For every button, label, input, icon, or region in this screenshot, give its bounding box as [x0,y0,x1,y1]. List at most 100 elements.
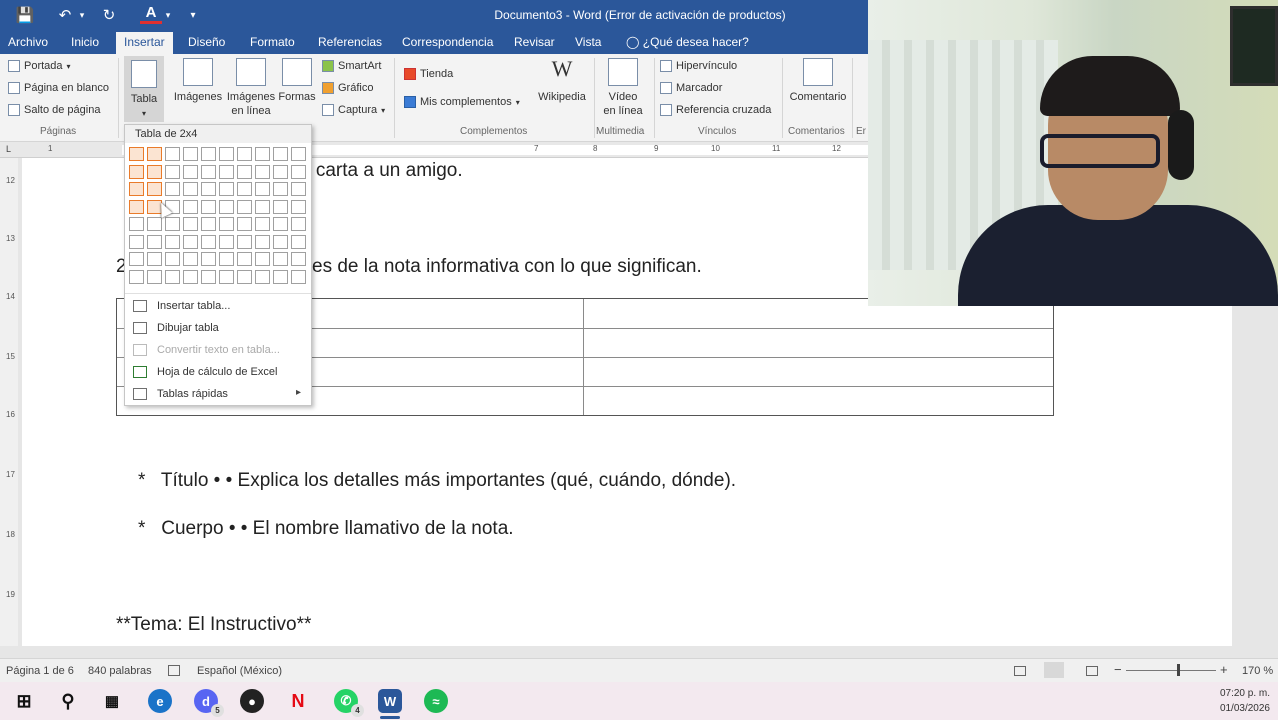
doc-heading-tema[interactable]: **Tema: El Instructivo** [116,614,311,636]
table-grid-cell[interactable] [237,199,252,214]
table-grid-cell[interactable] [273,199,288,214]
zoom-in-icon[interactable]: + [1220,662,1228,677]
table-grid-cell[interactable] [273,217,288,231]
table-grid-cell[interactable] [129,147,144,161]
tab-selector-icon[interactable]: L [6,144,11,154]
table-grid-cell[interactable] [129,234,144,249]
table-grid-cell[interactable] [147,217,162,231]
table-grid-cell[interactable] [183,199,198,214]
salto-de-pagina-button[interactable]: Salto de página [8,104,100,116]
hoja-excel-item[interactable]: Hoja de cálculo de Excel [125,361,311,383]
page-count[interactable]: Página 1 de 6 [6,665,74,677]
table-grid-cell[interactable] [237,182,252,196]
table-grid-cell[interactable] [219,182,234,196]
table-grid-cell[interactable] [201,147,216,161]
mis-complementos-button[interactable]: Mis complementos ▾ [404,96,520,108]
table-grid-cell[interactable] [237,252,252,266]
tienda-button[interactable]: Tienda [404,68,453,80]
print-layout-icon[interactable] [1044,662,1064,678]
table-grid-cell[interactable] [273,269,288,284]
table-grid-cell[interactable] [129,252,144,266]
zoom-slider[interactable] [1126,670,1216,671]
table-grid-cell[interactable] [183,217,198,231]
customize-qat-icon[interactable]: ▾ [186,4,200,26]
table-grid-cell[interactable] [273,252,288,266]
system-clock[interactable]: 07:20 p. m. 01/03/2026 [1220,686,1270,716]
table-grid-cell[interactable] [255,182,270,196]
wikipedia-button[interactable]: W Wikipedia [536,58,588,104]
table-grid-cell[interactable] [255,269,270,284]
zoom-slider-thumb[interactable] [1177,664,1180,676]
search-icon[interactable]: ⚲ [56,689,80,713]
tab-referencias[interactable]: Referencias [318,35,382,49]
table-grid-cell[interactable] [165,164,180,179]
table-grid-cell[interactable] [201,217,216,231]
dibujar-tabla-item[interactable]: Dibujar tabla [125,317,311,339]
doc-line-carta[interactable]: a carta a un amigo. [300,160,463,182]
table-grid-cell[interactable] [237,269,252,284]
table-grid-cell[interactable] [273,182,288,196]
obs-icon[interactable]: ● [240,689,264,713]
word-icon[interactable]: W [378,689,402,713]
table-grid-cell[interactable] [147,269,162,284]
table-grid-cell[interactable] [219,164,234,179]
table-grid-cell[interactable] [237,164,252,179]
netflix-icon[interactable]: N [286,689,310,713]
web-layout-icon[interactable] [1086,666,1098,676]
tab-vista[interactable]: Vista [575,35,601,49]
table-grid-cell[interactable] [147,182,162,196]
table-grid-cell[interactable] [219,234,234,249]
table-grid-cell[interactable] [129,269,144,284]
zoom-out-icon[interactable]: − [1114,662,1122,677]
table-grid-cell[interactable] [255,199,270,214]
insertar-tabla-item[interactable]: Insertar tabla... [125,295,311,317]
undo-dropdown-icon[interactable]: ▾ [76,4,88,26]
table-grid-cell[interactable] [129,182,144,196]
table-grid-cell[interactable] [291,252,306,266]
tab-insertar[interactable]: Insertar [116,32,173,54]
table-grid-cell[interactable] [291,217,306,231]
table-grid-cell[interactable] [183,252,198,266]
hipervinculo-button[interactable]: Hipervínculo [660,60,737,72]
tab-diseno[interactable]: Diseño [188,35,225,49]
discord-icon[interactable]: d5 [194,689,224,717]
proofing-icon[interactable] [168,665,180,676]
font-color-dropdown-icon[interactable]: ▾ [162,4,174,26]
table-grid-cell[interactable] [165,269,180,284]
tablas-rapidas-item[interactable]: Tablas rápidas ▸ [125,383,311,405]
table-grid-cell[interactable] [219,199,234,214]
table-grid-cell[interactable] [291,182,306,196]
marcador-button[interactable]: Marcador [660,82,722,94]
table-grid-cell[interactable] [291,147,306,161]
video-en-linea-button[interactable]: Vídeo en línea [598,58,648,118]
tab-inicio[interactable]: Inicio [71,35,99,49]
table-grid-cell[interactable] [291,234,306,249]
table-grid-cell[interactable] [201,182,216,196]
table-grid-cell[interactable] [147,234,162,249]
table-grid-cell[interactable] [183,164,198,179]
table-grid-cell[interactable] [291,269,306,284]
doc-bullet-titulo[interactable]: * Título • • Explica los detalles más im… [138,470,736,492]
whatsapp-icon[interactable]: ✆ 4 [334,689,364,717]
edge-icon[interactable]: e [148,689,172,713]
formas-button[interactable]: Formas [276,58,318,104]
pagina-en-blanco-button[interactable]: Página en blanco [8,82,109,94]
undo-icon[interactable]: ↶ [54,4,76,26]
table-grid-cell[interactable] [255,252,270,266]
word-count[interactable]: 840 palabras [88,665,152,677]
table-grid-cell[interactable] [183,147,198,161]
doc-bullet-cuerpo[interactable]: * Cuerpo • • El nombre llamativo de la n… [138,518,514,540]
table-grid-cell[interactable] [219,252,234,266]
zoom-level[interactable]: 170 % [1242,665,1273,677]
table-grid-cell[interactable] [237,234,252,249]
imagenes-button[interactable]: Imágenes [172,58,224,104]
save-icon[interactable]: 💾 [14,4,36,26]
tell-me-box[interactable]: ◯ ¿Qué desea hacer? [626,35,749,49]
table-grid-cell[interactable] [201,199,216,214]
table-grid-cell[interactable] [183,234,198,249]
table-grid-cell[interactable] [255,234,270,249]
table-grid-cell[interactable] [201,234,216,249]
table-grid-cell[interactable] [255,164,270,179]
table-grid-cell[interactable] [165,234,180,249]
table-grid-cell[interactable] [237,217,252,231]
